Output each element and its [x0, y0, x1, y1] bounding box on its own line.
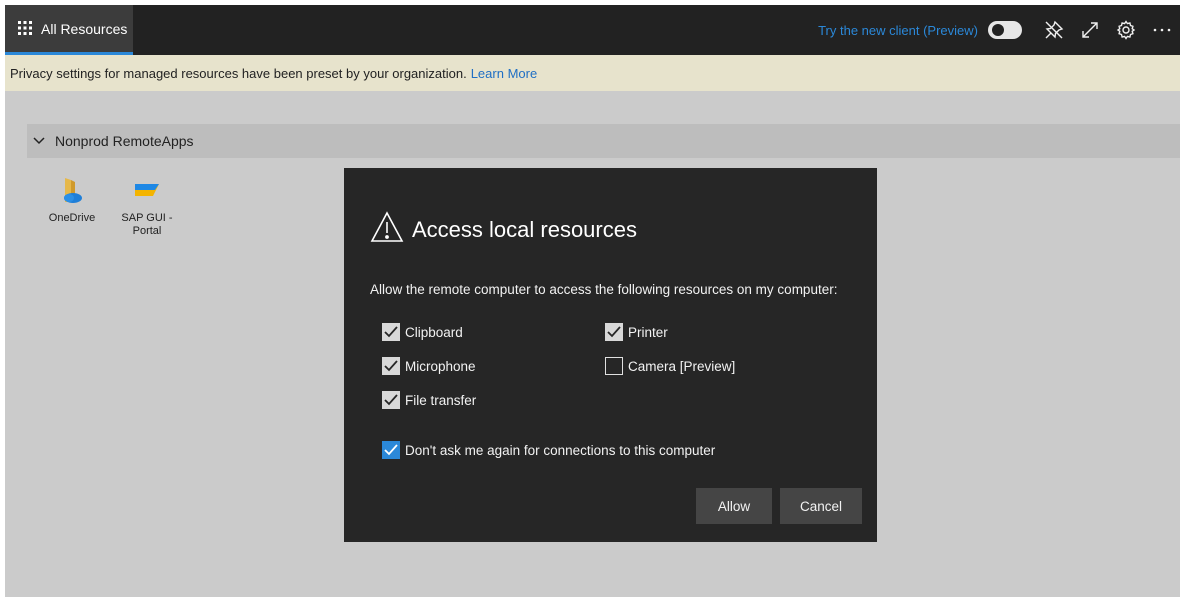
warning-icon [370, 211, 404, 248]
learn-more-link[interactable]: Learn More [471, 66, 537, 81]
remote-desktop-web-client: All Resources Try the new client (Previe… [5, 5, 1180, 597]
checkbox-checked-icon [382, 441, 400, 459]
checkbox-checked-icon [382, 391, 400, 409]
pin-icon[interactable] [1036, 5, 1072, 55]
checkbox-label: Printer [628, 324, 668, 340]
checkbox-camera[interactable]: Camera [Preview] [605, 357, 735, 375]
tab-label: All Resources [41, 20, 128, 37]
allow-button[interactable]: Allow [696, 488, 772, 524]
app-tile-sap-gui-portal[interactable]: SAP GUI - Portal [117, 176, 177, 238]
sap-gui-icon [135, 184, 159, 196]
checkbox-dont-ask-again[interactable]: Don't ask me again for connections to th… [382, 441, 715, 459]
tab-all-resources[interactable]: All Resources [5, 5, 133, 55]
chevron-down-icon [33, 137, 45, 145]
group-label: Nonprod RemoteApps [55, 133, 194, 149]
app-name: OneDrive [48, 212, 96, 224]
checkbox-unchecked-icon [605, 357, 623, 375]
group-header-nonprod-remoteapps[interactable]: Nonprod RemoteApps [27, 124, 1180, 158]
gear-icon[interactable] [1108, 5, 1144, 55]
top-bar: All Resources Try the new client (Previe… [5, 5, 1180, 55]
top-bar-actions: Try the new client (Preview) [818, 5, 1180, 55]
checkbox-label: Don't ask me again for connections to th… [405, 442, 716, 458]
app-name-line2: Portal [132, 225, 162, 237]
checkbox-checked-icon [382, 357, 400, 375]
try-new-client-link[interactable]: Try the new client (Preview) [818, 23, 978, 38]
checkbox-label: Clipboard [405, 324, 463, 340]
cancel-button[interactable]: Cancel [780, 488, 862, 524]
new-client-toggle[interactable] [988, 21, 1022, 39]
checkbox-file-transfer[interactable]: File transfer [382, 391, 476, 409]
checkbox-checked-icon [605, 323, 623, 341]
onedrive-icon [64, 178, 82, 203]
privacy-notice-text: Privacy settings for managed resources h… [10, 65, 467, 81]
privacy-notice-bar: Privacy settings for managed resources h… [5, 55, 1180, 91]
checkbox-printer[interactable]: Printer [605, 323, 668, 341]
waffle-icon [18, 20, 32, 37]
more-icon[interactable] [1144, 5, 1180, 55]
checkbox-label: Microphone [405, 358, 476, 374]
checkbox-clipboard[interactable]: Clipboard [382, 323, 463, 341]
app-tile-onedrive[interactable]: OneDrive [42, 176, 102, 225]
toggle-knob [992, 24, 1004, 36]
app-name-line1: SAP GUI - [121, 212, 173, 224]
checkbox-checked-icon [382, 323, 400, 341]
dialog-title-text: Access local resources [412, 216, 637, 242]
dialog-title: Access local resources [370, 211, 637, 248]
checkbox-label: File transfer [405, 392, 477, 408]
dialog-prompt: Allow the remote computer to access the … [370, 282, 838, 297]
access-local-resources-dialog: Access local resources Allow the remote … [344, 168, 877, 542]
checkbox-label: Camera [Preview] [628, 358, 736, 374]
checkbox-microphone[interactable]: Microphone [382, 357, 476, 375]
expand-icon[interactable] [1072, 5, 1108, 55]
